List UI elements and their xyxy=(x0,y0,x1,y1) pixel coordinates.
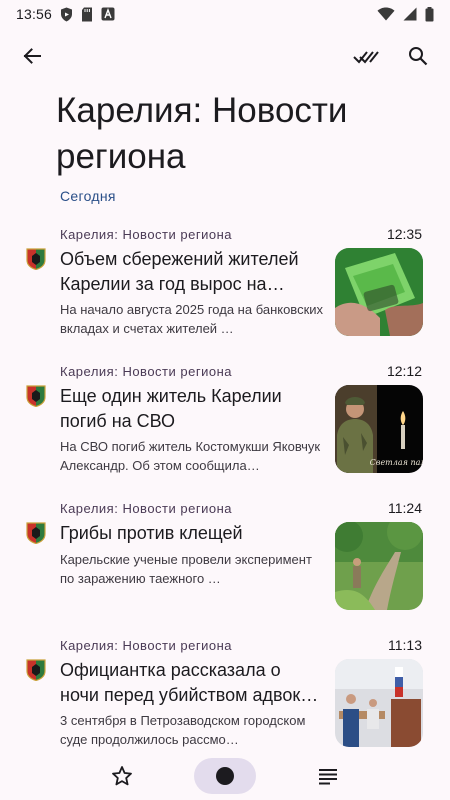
article-time: 12:12 xyxy=(386,363,422,379)
karelia-coat-of-arms-icon xyxy=(26,522,46,544)
karelia-coat-of-arms-icon xyxy=(26,385,46,407)
article-time: 11:24 xyxy=(388,500,422,516)
signal-icon xyxy=(403,7,417,21)
article-title: Еще один житель Карелии погиб на СВО xyxy=(60,386,282,431)
article-time: 11:13 xyxy=(388,637,422,653)
back-button[interactable] xyxy=(12,36,52,76)
circle-icon xyxy=(216,767,234,785)
status-bar: 13:56 xyxy=(0,0,450,28)
article-title: Грибы против клещей xyxy=(60,523,243,543)
section-header-today: Сегодня xyxy=(60,188,116,204)
article-snippet: Карельские ученые провели эксперимент по… xyxy=(60,552,312,586)
article-thumbnail: Светлая памя xyxy=(335,385,423,473)
search-icon xyxy=(409,47,428,66)
sd-card-icon xyxy=(82,7,93,21)
battery-icon xyxy=(425,6,434,21)
article-card[interactable]: Карелия: Новости региона 11:24 Грибы про… xyxy=(0,494,450,614)
favorites-button[interactable] xyxy=(104,758,140,794)
feed-nav-button[interactable] xyxy=(194,758,256,794)
article-card[interactable]: Карелия: Новости региона 12:35 Объем сбе… xyxy=(0,220,450,340)
article-title: Объем сбережений жителей Карелии за год … xyxy=(60,249,299,294)
article-source: Карелия: Новости региона xyxy=(60,227,232,242)
double-check-icon xyxy=(353,51,379,64)
star-icon xyxy=(112,766,132,786)
article-card[interactable]: Карелия: Новости региона 12:12 Еще один … xyxy=(0,357,450,477)
article-thumbnail xyxy=(335,522,423,610)
article-snippet: На СВО погиб житель Костомукши Яковчук А… xyxy=(60,439,321,473)
list-button[interactable] xyxy=(310,758,346,794)
article-snippet: На начало августа 2025 года на банковски… xyxy=(60,302,324,336)
karelia-coat-of-arms-icon xyxy=(26,248,46,270)
search-button[interactable] xyxy=(398,36,438,76)
arrow-back-icon xyxy=(23,48,41,64)
page-title: Карелия: Новости региона xyxy=(56,91,348,176)
article-card[interactable]: Карелия: Новости региона 11:13 Официантк… xyxy=(0,631,450,751)
article-source: Карелия: Новости региона xyxy=(60,638,232,653)
shield-icon xyxy=(61,7,73,21)
wifi-icon xyxy=(377,7,395,21)
status-time: 13:56 xyxy=(16,6,53,22)
bottom-navigation xyxy=(0,752,450,800)
article-source: Карелия: Новости региона xyxy=(60,501,232,516)
article-snippet: 3 сентября в Петрозаводском городском су… xyxy=(60,713,306,747)
top-app-bar xyxy=(0,36,450,76)
app-notification-icon xyxy=(101,7,115,21)
article-thumbnail xyxy=(335,659,423,747)
article-source: Карелия: Новости региона xyxy=(60,364,232,379)
karelia-coat-of-arms-icon xyxy=(26,659,46,681)
thumbnail-caption: Светлая памя xyxy=(370,458,423,467)
article-thumbnail xyxy=(335,248,423,336)
article-time: 12:35 xyxy=(386,226,422,242)
mark-all-read-button[interactable] xyxy=(346,36,386,76)
list-icon xyxy=(319,769,337,785)
article-title: Официантка рассказала о ночи перед убийс… xyxy=(60,660,319,705)
